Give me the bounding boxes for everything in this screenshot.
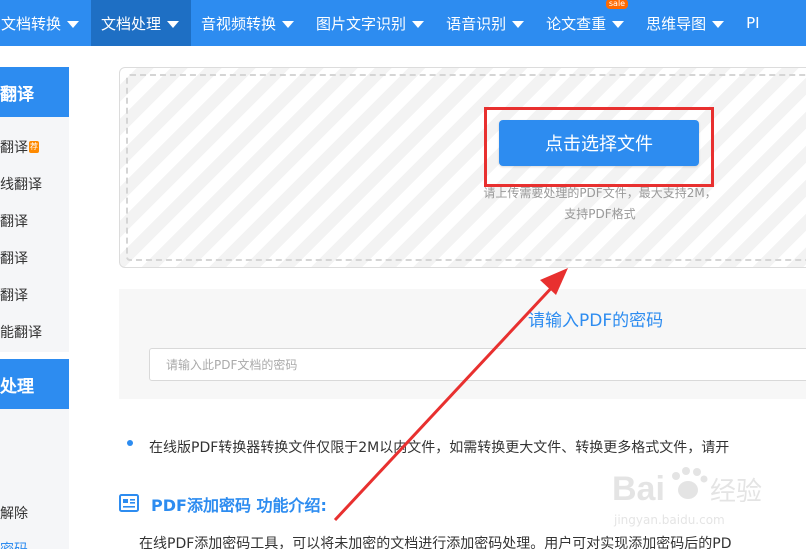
nav-item-label: 音视频转换 [201,14,277,33]
upload-hint-line1: 请上传需要处理的PDF文件，最大支持2M， [483,186,717,200]
caret-down-icon [282,20,295,28]
upload-dashed-border [126,74,806,261]
password-title: 请输入PDF的密码 [528,311,664,331]
baidu-jingyan-watermark: Bai 经验 jingyan.baidu.com [612,467,762,527]
notice-text: 在线版PDF转换器转换文件仅限于2M以内文件，如需转换更大文件、转换更多格式文件… [149,440,730,456]
sidebar-item-add-password[interactable]: 密码 [0,539,28,549]
nav-item-doc-process[interactable]: 文档处理 [91,0,192,46]
nav-item-label: 语音识别 [446,14,507,33]
nav-item-label: 文档转换 [1,14,62,33]
sidebar-section-title: 翻译 [0,84,34,105]
sidebar-section-title: 处理 [0,376,34,397]
select-file-label: 点击选择文件 [545,134,653,155]
document-list-icon [119,494,139,512]
upload-hint-line2: 支持PDF格式 [564,207,636,221]
select-file-button[interactable]: 点击选择文件 [499,120,699,166]
sidebar-item-label: 翻译 [0,140,28,156]
sidebar-item-translate-2[interactable]: 线翻译 [0,174,42,194]
bullet-icon [127,440,133,446]
caret-down-icon [167,20,180,28]
intro-body: 在线PDF添加密码工具，可以将未加密的文档进行添加密码处理。用户可对实现添加密码… [139,536,732,549]
watermark-text-url: jingyan.baidu.com [613,513,725,527]
sidebar-item-label: 线翻译 [0,177,42,193]
paw-icon [672,467,708,499]
nav-item-label: 论文查重 [546,14,607,33]
intro-title: PDF添加密码 功能介绍: [151,496,327,515]
sidebar-item-label: 解除 [0,506,28,522]
nav-item-label: 思维导图 [646,14,707,33]
nav-item-label: 文档处理 [101,14,162,33]
sidebar-item-label: 翻译 [0,251,28,267]
sidebar-section-process: 处理 [0,359,69,409]
nav-item-plagiarism[interactable]: 论文查重 sale [536,0,636,46]
sidebar-section-translate: 翻译 [0,67,69,117]
caret-down-icon [512,20,525,28]
caret-down-icon [712,20,725,28]
sale-badge: sale [605,0,629,9]
sidebar-item-translate-3[interactable]: 翻译 [0,211,28,231]
recommend-badge: 荐 [29,141,39,153]
sidebar-item-translate-4[interactable]: 翻译 [0,248,28,268]
sidebar-item-unlock[interactable]: 解除 [0,503,28,523]
nav-item-mindmap[interactable]: 思维导图 [636,0,736,46]
sidebar-item-translate-5[interactable]: 翻译 [0,285,28,305]
password-input[interactable] [149,348,806,381]
nav-item-pdf[interactable]: PI [736,0,771,46]
upload-dropzone[interactable] [119,67,806,268]
sidebar-item-label: 翻译 [0,288,28,304]
nav-item-ocr[interactable]: 图片文字识别 [306,0,436,46]
nav-item-doc-convert[interactable]: 文档转换 [0,0,91,46]
sidebar-item-label: 密码 [0,542,28,549]
caret-down-icon [612,20,625,28]
sidebar-item-translate-1[interactable]: 翻译荐 [0,137,39,157]
upload-hint: 请上传需要处理的PDF文件，最大支持2M， 支持PDF格式 [440,183,760,225]
watermark-text-bai: Bai [612,470,665,508]
sidebar-panel-process [0,409,69,549]
nav-item-speech[interactable]: 语音识别 [436,0,536,46]
password-panel [119,289,806,399]
nav-item-label: PI [746,14,760,32]
sidebar-item-label: 翻译 [0,214,28,230]
page: 文档转换 文档处理 音视频转换 图片文字识别 语音识别 论文查重 sale 思维… [0,0,806,549]
watermark-text-brand: 经验 [710,477,762,507]
caret-down-icon [412,20,425,28]
top-nav: 文档转换 文档处理 音视频转换 图片文字识别 语音识别 论文查重 sale 思维… [0,0,806,46]
nav-item-av-convert[interactable]: 音视频转换 [191,0,306,46]
nav-item-label: 图片文字识别 [316,14,407,33]
sidebar-item-label: 能翻译 [0,325,42,341]
caret-down-icon [67,20,80,28]
sidebar-item-translate-6[interactable]: 能翻译 [0,322,42,342]
